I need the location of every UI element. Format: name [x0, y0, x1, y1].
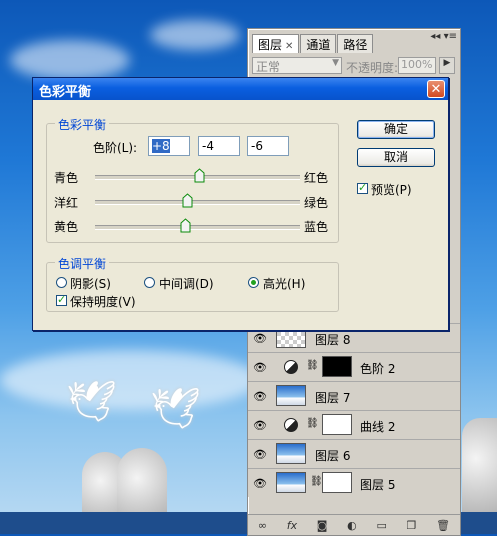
layer-name: 图层 6 [315, 449, 351, 463]
midtones-radio[interactable] [144, 277, 155, 288]
color-balance-dialog: 色彩平衡 ✕ 色彩平衡 色阶(L): +8 -4 -6 青色 红色 洋红 绿色 … [32, 77, 449, 331]
add-mask-icon[interactable]: ◙ [317, 519, 328, 532]
slider-label-magenta: 洋红 [54, 196, 79, 210]
highlights-radio[interactable] [248, 277, 259, 288]
preserve-luminosity-checkbox[interactable] [56, 293, 67, 306]
layer-name: 图层 5 [360, 478, 396, 492]
layer-name: 色阶 2 [360, 362, 396, 376]
blend-mode-select[interactable]: 正常 ▼ [252, 57, 342, 74]
visibility-eye-icon[interactable]: 👁 [253, 361, 267, 374]
layer-thumbnail [276, 472, 306, 493]
layer-mask-thumbnail [322, 414, 352, 435]
layer-row[interactable]: 👁 ⛓ 色阶 2 [248, 352, 460, 381]
visibility-eye-icon[interactable]: 👁 [253, 448, 267, 461]
slider-label-yellow: 黄色 [54, 220, 79, 234]
ok-button[interactable]: 确定 [357, 120, 435, 139]
opacity-label: 不透明度: [346, 61, 399, 75]
trash-icon[interactable]: 🗑 [436, 519, 450, 532]
magenta-green-slider-thumb[interactable] [182, 193, 193, 208]
levels-field-1[interactable]: +8 [148, 136, 190, 156]
layer-row[interactable]: 👁 图层 7 [248, 381, 460, 410]
close-button[interactable]: ✕ [427, 80, 445, 98]
slider-label-cyan: 青色 [54, 171, 79, 185]
slider-label-blue: 蓝色 [304, 220, 329, 234]
tab-paths[interactable]: 路径 [337, 34, 374, 53]
slider-label-red: 红色 [304, 171, 329, 185]
visibility-eye-icon[interactable]: 👁 [253, 477, 267, 490]
tab-channels[interactable]: 通道 [300, 34, 337, 53]
layer-row[interactable]: 👁 图层 6 [248, 439, 460, 468]
layer-style-icon[interactable]: fx [287, 519, 297, 532]
visibility-eye-icon[interactable]: 👁 [253, 332, 267, 345]
layer-mask-thumbnail [322, 356, 352, 377]
yellow-blue-slider-thumb[interactable] [180, 218, 191, 233]
close-tab-icon[interactable]: ✕ [285, 41, 293, 52]
adjustment-layer-icon [284, 360, 298, 374]
color-balance-legend: 色彩平衡 [55, 116, 110, 133]
layer-row[interactable]: 👁 ⛓ 曲线 2 [248, 410, 460, 439]
cloud [10, 40, 130, 80]
chain-link-icon[interactable]: ⛓ [306, 360, 319, 371]
adjustment-icon[interactable]: ◐ [347, 519, 357, 532]
layer-row[interactable]: 👁 ⛓ 图层 5 [248, 468, 460, 497]
chevron-down-icon: ▼ [332, 58, 339, 68]
chain-link-icon[interactable]: ⛓ [310, 476, 323, 487]
midtones-label[interactable]: 中间调(D) [159, 275, 214, 292]
new-layer-icon[interactable]: ❐ [407, 519, 417, 532]
preserve-luminosity-label[interactable]: 保持明度(V) [70, 293, 136, 310]
cloud [0, 350, 260, 410]
tab-layers[interactable]: 图层 ✕ [252, 34, 300, 53]
highlights-label[interactable]: 高光(H) [263, 275, 305, 292]
opacity-slider-button[interactable]: ▶ [439, 57, 455, 74]
layer-name: 曲线 2 [360, 420, 396, 434]
preview-checkbox[interactable] [357, 181, 368, 194]
cancel-button[interactable]: 取消 [357, 148, 435, 167]
adjustment-layer-icon [284, 418, 298, 432]
shadows-radio[interactable] [56, 277, 67, 288]
layer-name: 图层 8 [315, 333, 351, 347]
layer-thumbnail [276, 385, 306, 406]
layer-thumbnail [276, 443, 306, 464]
layers-panel-footer: ∞ fx ◙ ◐ ▭ ❐ 🗑 [248, 514, 460, 535]
visibility-eye-icon[interactable]: 👁 [253, 390, 267, 403]
cyan-red-slider-thumb[interactable] [194, 168, 205, 183]
magenta-green-slider-track[interactable] [95, 200, 300, 205]
dove-image: 🕊 [150, 386, 201, 432]
cloud [150, 20, 240, 50]
link-layers-icon[interactable]: ∞ [258, 519, 267, 532]
panel-tabs: 图层 ✕ 通道 路径 [252, 34, 374, 53]
opacity-field[interactable]: 100% [398, 57, 436, 74]
tone-balance-legend: 色调平衡 [55, 255, 110, 272]
chain-link-icon[interactable]: ⛓ [306, 418, 319, 429]
levels-label: 色阶(L): [93, 141, 138, 155]
shadows-label[interactable]: 阴影(S) [70, 275, 111, 292]
yellow-blue-slider-track[interactable] [95, 225, 300, 230]
group-folder-icon[interactable]: ▭ [376, 519, 386, 532]
slider-label-green: 绿色 [304, 196, 329, 210]
levels-field-2[interactable]: -4 [198, 136, 240, 156]
layer-mask-thumbnail [322, 472, 352, 493]
preview-label[interactable]: 预览(P) [371, 181, 412, 198]
panel-menu-icon[interactable]: ◂◂ ▾≡ [430, 31, 457, 42]
dialog-title: 色彩平衡 [39, 85, 92, 100]
layer-name: 图层 7 [315, 391, 351, 405]
dialog-titlebar[interactable]: 色彩平衡 ✕ [33, 78, 448, 100]
dove-image: 🕊 [66, 379, 117, 425]
visibility-eye-icon[interactable]: 👁 [253, 419, 267, 432]
levels-field-3[interactable]: -6 [247, 136, 289, 156]
